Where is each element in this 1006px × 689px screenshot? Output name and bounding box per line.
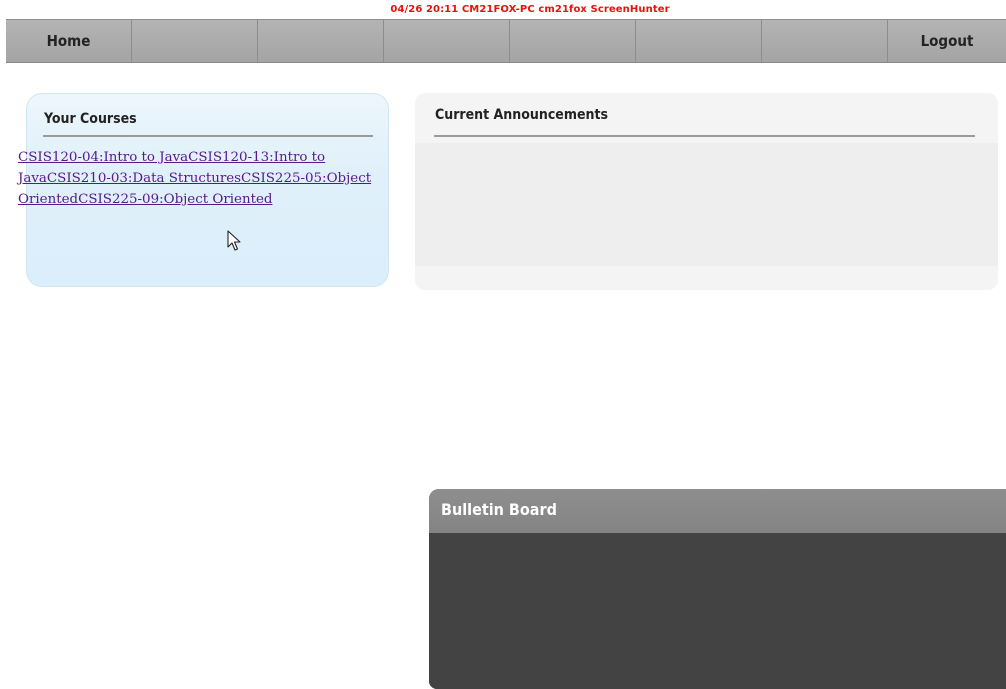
current-announcements-panel: Current Announcements — [415, 93, 998, 290]
course-link-csis210-03[interactable]: CSIS210-03:Data Structures — [47, 171, 241, 186]
nav-home[interactable]: Home — [6, 20, 132, 62]
nav-slot-5[interactable] — [510, 20, 636, 62]
current-announcements-divider — [434, 135, 975, 137]
current-announcements-body — [415, 143, 998, 266]
your-courses-divider — [43, 135, 373, 137]
top-nav-bar: Home Logout — [6, 19, 1006, 63]
nav-slot-7[interactable] — [762, 20, 888, 62]
course-link-csis225-09[interactable]: CSIS225-09:Object Oriented — [78, 192, 272, 207]
bulletin-board-body — [429, 533, 1006, 689]
nav-slot-3[interactable] — [258, 20, 384, 62]
course-links-list: CSIS120-04:Intro to JavaCSIS120-13:Intro… — [18, 147, 383, 210]
bulletin-board-header: Bulletin Board — [429, 489, 1006, 533]
screen-capture-stamp: 04/26 20:11 CM21FOX-PC cm21fox ScreenHun… — [390, 4, 670, 15]
nav-slot-6[interactable] — [636, 20, 762, 62]
nav-logout[interactable]: Logout — [888, 20, 1006, 62]
mouse-pointer-icon — [227, 230, 241, 251]
nav-slot-2[interactable] — [132, 20, 258, 62]
nav-slot-4[interactable] — [384, 20, 510, 62]
bulletin-board-panel: Bulletin Board — [429, 489, 1006, 689]
course-link-csis120-04[interactable]: CSIS120-04:Intro to Java — [18, 150, 188, 165]
your-courses-title: Your Courses — [44, 111, 137, 127]
bulletin-board-title: Bulletin Board — [441, 500, 557, 519]
current-announcements-title: Current Announcements — [435, 107, 609, 123]
